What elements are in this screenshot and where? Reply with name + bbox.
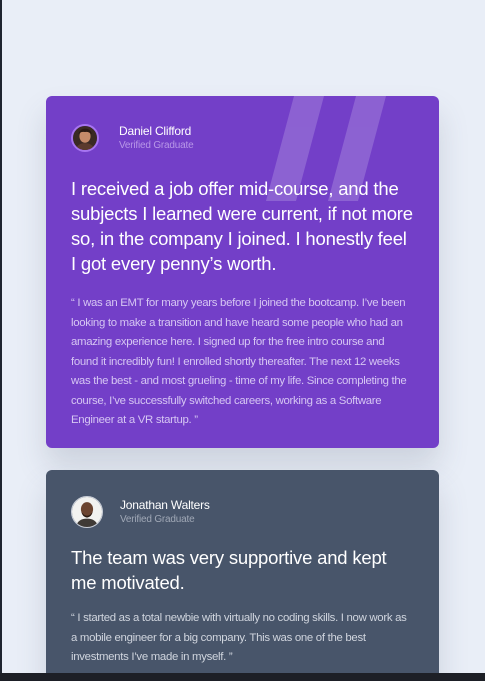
bottom-bar (0, 673, 485, 681)
author-name: Jonathan Walters (120, 498, 210, 512)
window-frame (0, 0, 2, 681)
author-role: Verified Graduate (119, 140, 194, 151)
author-name: Daniel Clifford (119, 124, 192, 138)
avatar (71, 124, 99, 152)
author-text: Daniel Clifford Verified Graduate (119, 124, 194, 152)
testimonial-quote: “ I was an EMT for many years before I j… (71, 297, 407, 426)
testimonial-card-daniel: Daniel Clifford Verified Graduate I rece… (46, 96, 439, 448)
testimonial-quote: “ I started as a total newbie with virtu… (71, 612, 407, 663)
author-block: Jonathan Walters Verified Graduate (71, 496, 414, 528)
avatar (71, 496, 103, 528)
testimonial-headline: I received a job offer mid-course, and t… (71, 178, 413, 274)
author-role: Verified Graduate (120, 514, 195, 525)
testimonial-card-jonathan: Jonathan Walters Verified Graduate The t… (46, 470, 439, 681)
testimonial-headline: The team was very supportive and kept me… (71, 547, 387, 593)
author-text: Jonathan Walters Verified Graduate (120, 498, 210, 526)
author-block: Daniel Clifford Verified Graduate (71, 122, 414, 154)
